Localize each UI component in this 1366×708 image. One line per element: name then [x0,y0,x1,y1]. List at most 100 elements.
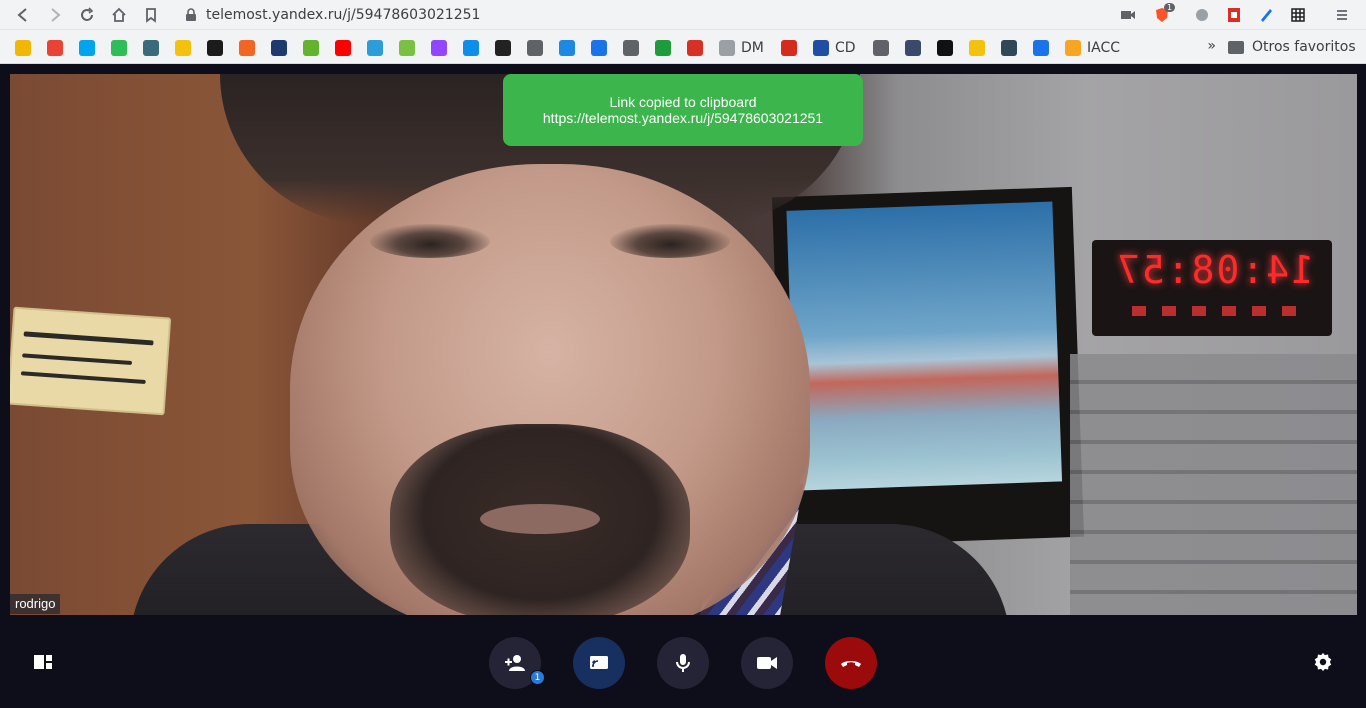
bookmark-gmail-m[interactable] [47,39,63,57]
bookmark-infinity[interactable] [1033,39,1049,57]
infinity-icon [1033,40,1049,56]
bookmark-cd[interactable]: CD [813,39,856,57]
layout-toggle-button[interactable] [32,651,54,673]
iacc-icon [1065,40,1081,56]
participant-count-badge: 1 [530,670,545,685]
bookmark-check[interactable] [937,39,953,57]
brick-wall [1070,354,1357,615]
bookmark-one[interactable] [111,39,127,57]
flag-icon [143,40,159,56]
screen-share-icon [590,656,608,669]
cd-icon [813,40,829,56]
flag-chile-icon [781,40,797,56]
more-bookmarks-button[interactable]: » [1207,38,1216,54]
lock-icon [186,8,196,21]
url-text: telemost.yandex.ru/j/59478603021251 [206,7,481,23]
bookmark-globe3[interactable] [873,39,889,57]
bookmark-icon[interactable] [140,4,162,26]
screen-share-button[interactable] [573,637,625,689]
bookmark-twitch[interactable] [431,39,447,57]
participant-video[interactable]: 14:08:57 [10,74,1357,615]
bookmark-label: CD [835,40,856,56]
bookmark-shield[interactable] [905,39,921,57]
home-icon[interactable] [108,4,130,26]
bookmark-label: IACC [1087,40,1121,56]
rt-icon [303,40,319,56]
c-icon [207,40,223,56]
hang-up-icon [841,661,861,667]
bookmark-c[interactable] [207,39,223,57]
bookmark-pag[interactable] [969,39,985,57]
call-stage: 14:08:57 [0,64,1366,708]
video-camera-icon [757,657,777,669]
bookmark-youtube[interactable] [335,39,351,57]
bookmark-at[interactable] [1001,39,1017,57]
layout-icon [34,655,52,669]
bookmark-globe2[interactable] [623,39,639,57]
bookmark-teamviewer[interactable] [463,39,479,57]
bookmarks-bar: » Otros favoritos DM CD IACC [0,30,1366,64]
plane-icon [559,40,575,56]
other-favorites-button[interactable]: Otros favoritos [1228,39,1356,55]
e-icon [175,40,191,56]
grid-extension-icon[interactable] [1288,5,1308,25]
bookmark-flag[interactable] [143,39,159,57]
bookmark-label: DM [741,40,764,56]
pen-extension-icon[interactable] [1256,5,1276,25]
bookmark-e[interactable] [175,39,191,57]
arrow-icon [367,40,383,56]
back-icon[interactable] [12,4,34,26]
bookmark-dm[interactable]: DM [719,39,764,57]
bookmark-t[interactable] [591,39,607,57]
camera-permission-icon[interactable] [1118,5,1138,25]
address-bar[interactable]: telemost.yandex.ru/j/59478603021251 [172,3,1172,27]
shield-icon [905,40,921,56]
participant-name-tag: rodrigo [10,594,61,614]
extension-grey-icon[interactable] [1192,5,1212,25]
bookmark-orange[interactable] [239,39,255,57]
camera-icon [399,40,415,56]
end-call-button[interactable] [825,637,877,689]
person-mouth [480,504,600,534]
globe-icon [527,40,543,56]
reload-icon[interactable] [76,4,98,26]
lock-green-icon [655,40,671,56]
bookmark-microsoft[interactable] [79,39,95,57]
bookmark-camera[interactable] [399,39,415,57]
folder-icon [1228,40,1244,54]
pdf-extension-icon[interactable] [1224,5,1244,25]
bookmark-iacc[interactable]: IACC [1065,39,1120,57]
camera-button[interactable] [741,637,793,689]
orange-icon [239,40,255,56]
microphone-icon [676,654,690,672]
bookmark-s[interactable] [687,39,703,57]
toast-link: https://telemost.yandex.ru/j/59478603021… [542,110,824,126]
bookmark-plane[interactable] [559,39,575,57]
globe3-icon [873,40,889,56]
browser-toolbar: telemost.yandex.ru/j/59478603021251 1 [0,0,1366,30]
bookmark-gmail[interactable] [15,39,31,57]
microsoft-icon [79,40,95,56]
other-favorites-label: Otros favoritos [1252,39,1356,55]
browser-menu-icon[interactable] [1332,5,1352,25]
at-icon [1001,40,1017,56]
globe2-icon [623,40,639,56]
microphone-button[interactable] [657,637,709,689]
dm-icon [719,40,735,56]
t-icon [591,40,607,56]
one-icon [111,40,127,56]
s-icon [687,40,703,56]
bookmark-bank[interactable] [271,39,287,57]
bookmark-lock-green[interactable] [655,39,671,57]
bookmark-rt[interactable] [303,39,319,57]
bookmark-flag-chile[interactable] [781,39,797,57]
settings-button[interactable] [1312,651,1334,673]
forward-icon[interactable] [44,4,66,26]
brave-shield-icon[interactable]: 1 [1152,3,1176,25]
bookmark-arrow[interactable] [367,39,383,57]
pag-icon [969,40,985,56]
add-person-icon [505,655,525,671]
bookmark-globe[interactable] [527,39,543,57]
bookmark-car[interactable] [495,39,511,57]
wall-picture [771,186,1085,548]
